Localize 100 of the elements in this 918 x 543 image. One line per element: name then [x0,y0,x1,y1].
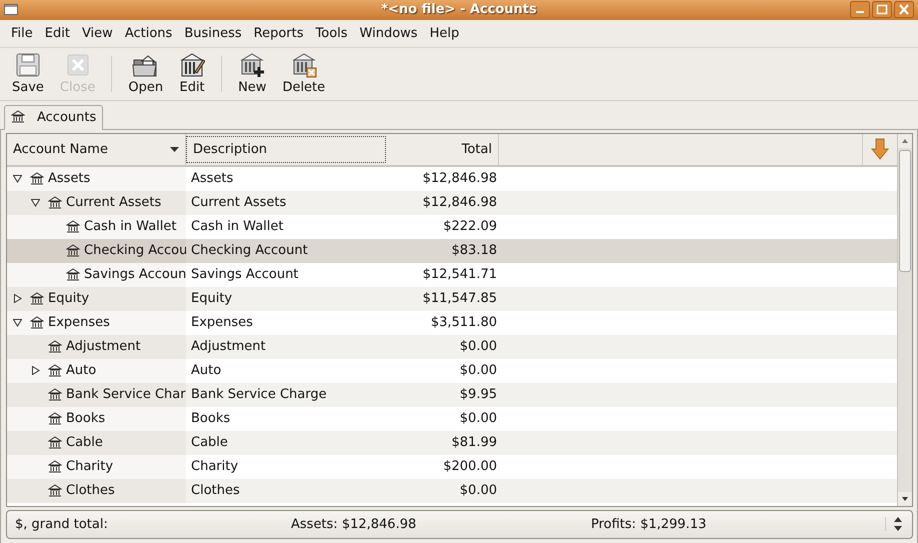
toolbar-button[interactable]: Open [122,50,170,98]
account-name: Auto [66,363,96,378]
tab[interactable]: Accounts [4,104,104,130]
expander-icon[interactable] [31,198,40,208]
bank-icon [30,172,44,186]
account-description: Clothes [191,483,240,498]
account-total: $11,547.85 [422,291,497,306]
account-description: Expenses [191,315,253,330]
expander-icon[interactable] [31,366,40,376]
expander-icon[interactable] [13,174,22,184]
account-name: Adjustment [66,339,141,354]
account-name: Cable [66,435,103,450]
account-total: $9.95 [460,387,497,402]
account-row[interactable]: Clothes Clothes $0.00 [7,478,897,503]
account-name: Clothes [66,483,115,498]
summary-bar[interactable]: $, grand total: Assets: $12,846.98 Profits: $1,299.13 [6,510,913,539]
window-title: *<no file> - Accounts [380,2,538,18]
account-description: Adjustment [191,339,266,354]
account-description: Cash in Wallet [191,219,284,234]
expander-icon[interactable] [13,294,22,304]
menu-item[interactable]: Tools [310,26,354,41]
bank-icon [66,268,80,282]
account-total: $81.99 [452,435,497,450]
account-description: Savings Account [191,267,298,282]
menu-item[interactable]: Reports [248,26,310,41]
account-total: $12,846.98 [422,171,497,186]
sort-caret-icon [170,146,179,152]
summary-label: $, grand total: [15,516,109,532]
account-total: $0.00 [460,363,497,378]
bank-icon [48,196,62,210]
account-total: $0.00 [460,411,497,426]
profits-total: Profits: $1,299.13 [591,516,708,532]
account-total: $0.00 [460,483,497,498]
menu-item[interactable]: Windows [354,26,424,41]
minimize-icon[interactable] [850,1,870,18]
close-icon[interactable] [894,1,914,18]
bank-pencil-icon [179,52,206,78]
bank-plus-icon [239,52,266,78]
account-row[interactable]: Current Assets Current Assets $12,846.98 [7,190,897,215]
bank-icon [48,460,62,474]
toolbar-button[interactable]: Save [6,50,50,98]
account-row[interactable]: Checking Accou Checking Account $83.18 [7,238,897,263]
toolbar-button[interactable]: New [232,50,272,98]
menu-item[interactable]: Business [178,26,248,41]
menu-item[interactable]: Help [424,26,466,41]
close-document-icon [64,52,91,78]
window-menu-icon[interactable] [4,4,18,16]
bank-icon [48,484,62,498]
account-total: $3,511.80 [430,315,497,330]
menu-item[interactable]: Actions [118,26,178,41]
account-description: Assets [191,171,234,186]
bank-delete-icon [290,52,317,78]
column-header[interactable]: Account Name [7,134,186,165]
column-header[interactable]: Total [386,134,499,165]
bank-icon [66,220,80,234]
account-row[interactable]: Adjustment Adjustment $0.00 [7,334,897,359]
maximize-icon[interactable] [872,1,892,18]
account-name: Savings Accoun [84,267,186,282]
account-row[interactable]: Bank Service Char Bank Service Charge $9.95 [7,382,897,407]
assets-total: Assets: $12,846.98 [291,516,418,532]
toolbar-button[interactable]: Delete [276,50,332,98]
scroll-down-icon[interactable] [898,492,912,506]
account-name: Expenses [48,315,110,330]
account-description: Current Assets [191,195,286,210]
account-total: $12,846.98 [422,195,497,210]
scrollbar[interactable] [897,134,912,506]
toolbar-button[interactable]: Edit [173,50,212,98]
bank-icon [48,412,62,426]
account-description: Checking Account [191,243,308,258]
bank-icon [30,292,44,306]
spinner-arrows-icon [885,517,902,532]
account-row[interactable]: Equity Equity $11,547.85 [7,286,897,311]
account-name: Bank Service Char [66,387,186,402]
expander-icon[interactable] [13,318,22,328]
menu-item[interactable]: Edit [38,26,76,41]
bank-icon [66,244,80,258]
account-name: Cash in Wallet [84,219,176,234]
bank-icon [48,436,62,450]
account-name: Checking Accou [84,243,186,258]
account-total: $200.00 [443,459,497,474]
bank-icon [30,316,44,330]
account-description: Equity [191,291,232,306]
bank-icon [48,364,62,378]
column-header[interactable]: Description [186,136,386,163]
account-total: $83.18 [452,243,497,258]
bank-icon [48,340,62,354]
account-description: Books [191,411,230,426]
bank-icon [48,388,62,402]
menu-item[interactable]: File [5,26,39,41]
bank-icon [11,110,25,124]
account-name: Books [66,411,106,426]
scroll-up-icon[interactable] [898,134,912,148]
account-row[interactable]: Cable Cable $81.99 [7,430,897,455]
account-name: Equity [48,291,90,306]
menu-item[interactable]: View [76,26,119,41]
account-total: $12,541.71 [422,267,497,282]
account-name: Charity [66,459,114,474]
account-description: Auto [191,363,222,378]
account-name: Assets [48,171,90,186]
down-arrow-icon[interactable] [871,138,889,160]
